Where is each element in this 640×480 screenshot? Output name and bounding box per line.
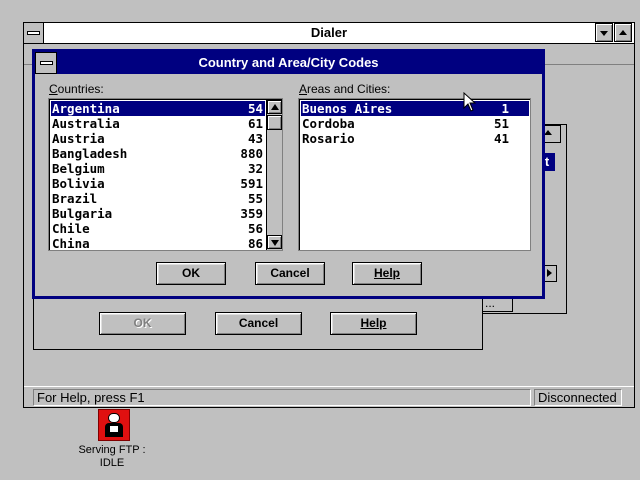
city-list-item[interactable]: Cordoba 51 [301,116,529,131]
country-list-item-code: 880 [240,146,263,161]
country-list-item-name: Australia [52,116,120,131]
city-list-item-code: 41 [493,131,509,146]
down-arrow-icon [271,240,279,246]
country-list-item-code: 56 [247,221,263,236]
ftp-icon-panel [110,426,118,432]
country-list-item-code: 61 [247,116,263,131]
status-help-text: For Help, press F1 [33,389,531,406]
country-list-item[interactable]: Argentina 54 [51,101,265,116]
dialog-title-bar[interactable]: Country and Area/City Codes [35,52,542,74]
country-list-item-code: 43 [247,131,263,146]
ok-button[interactable]: OK [156,262,226,285]
city-list-item-code: 1 [501,101,509,116]
ftp-icon-label-line2: IDLE [99,457,125,469]
dialog-title: Country and Area/City Codes [198,55,379,70]
countries-label: Countries: [49,82,104,96]
country-list-item-code: 359 [240,206,263,221]
cities-listbox[interactable]: Buenos Aires 1 Cordoba 51 Rosario 41 [298,98,531,251]
country-list-item-code: 86 [247,236,263,251]
country-list-item[interactable]: Bulgaria 359 [51,206,265,221]
connection-status: Disconnected [534,389,622,406]
country-list-item[interactable]: Australia 61 [51,116,265,131]
background-help-label: Help [360,316,387,330]
ftp-icon-label-line1: Serving FTP : [78,444,146,456]
countries-label-mnemonic: C [49,82,58,96]
help-label: Help [373,266,400,280]
country-list-item-name: Brazil [52,191,98,206]
cancel-button[interactable]: Cancel [255,262,325,285]
ftp-server-icon[interactable] [98,409,130,441]
scroll-down-button[interactable] [267,235,282,249]
scroll-up-button[interactable] [267,100,282,114]
scroll-thumb[interactable] [267,115,282,130]
country-list-item-name: Belgium [52,161,105,176]
right-arrow-icon [547,269,552,277]
ftp-icon-head [108,413,120,423]
countries-scrollbar[interactable] [266,100,282,250]
country-list-item-name: Austria [52,131,105,146]
country-list-item[interactable]: Austria 43 [51,131,265,146]
status-bar: For Help, press F1 Disconnected [24,386,634,407]
mouse-cursor-icon [463,92,477,112]
window-title: Dialer [310,25,348,40]
city-list-item-code: 51 [493,116,509,131]
country-list-item[interactable]: Bolivia 591 [51,176,265,191]
dialer-title-bar[interactable]: Dialer [24,23,634,44]
background-ok-button[interactable]: OK [99,312,186,335]
areas-label: Areas and Cities: [299,82,390,96]
country-list-item-name: Chile [52,221,90,236]
country-list-item-name: Bolivia [52,176,105,191]
country-list-item-code: 54 [247,101,263,116]
areas-label-text: reas and Cities: [307,82,391,96]
country-list-item-name: Bangladesh [52,146,128,161]
country-codes-dialog: Country and Area/City Codes Countries: A… [32,49,545,299]
country-list-item-name: Argentina [52,101,120,116]
countries-label-text: ountries: [57,82,104,96]
help-button[interactable]: Help [352,262,422,285]
background-help-button[interactable]: Help [330,312,417,335]
countries-listbox[interactable]: Argentina 54 Australia 61 Austria 43 Banglades… [48,98,283,251]
country-list-item-name: China [52,236,90,251]
up-arrow-icon [544,130,552,135]
country-list-item[interactable]: Brazil 55 [51,191,265,206]
city-list-item[interactable]: Buenos Aires 1 [301,101,529,116]
country-list-item[interactable]: Bangladesh 880 [51,146,265,161]
background-dialog: OK Cancel Help [33,296,483,350]
minimize-button[interactable] [595,23,613,42]
country-list-item-code: 591 [240,176,263,191]
city-list-item[interactable]: Rosario 41 [301,131,529,146]
country-list-item-code: 32 [247,161,263,176]
ftp-icon-label: Serving FTP : IDLE [70,444,154,470]
minimize-icon [600,31,608,36]
city-list-item-name: Cordoba [302,116,355,131]
up-arrow-icon [271,104,279,110]
country-list-item-name: Bulgaria [52,206,113,221]
city-list-item-name: Buenos Aires [302,101,393,116]
country-list-item[interactable]: China 86 [51,236,265,251]
city-list-item-name: Rosario [302,131,355,146]
background-cancel-button[interactable]: Cancel [215,312,302,335]
maximize-button[interactable] [614,23,632,42]
areas-label-mnemonic: A [299,82,308,96]
maximize-icon [619,30,627,35]
country-list-item-code: 55 [247,191,263,206]
country-list-item[interactable]: Belgium 32 [51,161,265,176]
country-list-item[interactable]: Chile 56 [51,221,265,236]
